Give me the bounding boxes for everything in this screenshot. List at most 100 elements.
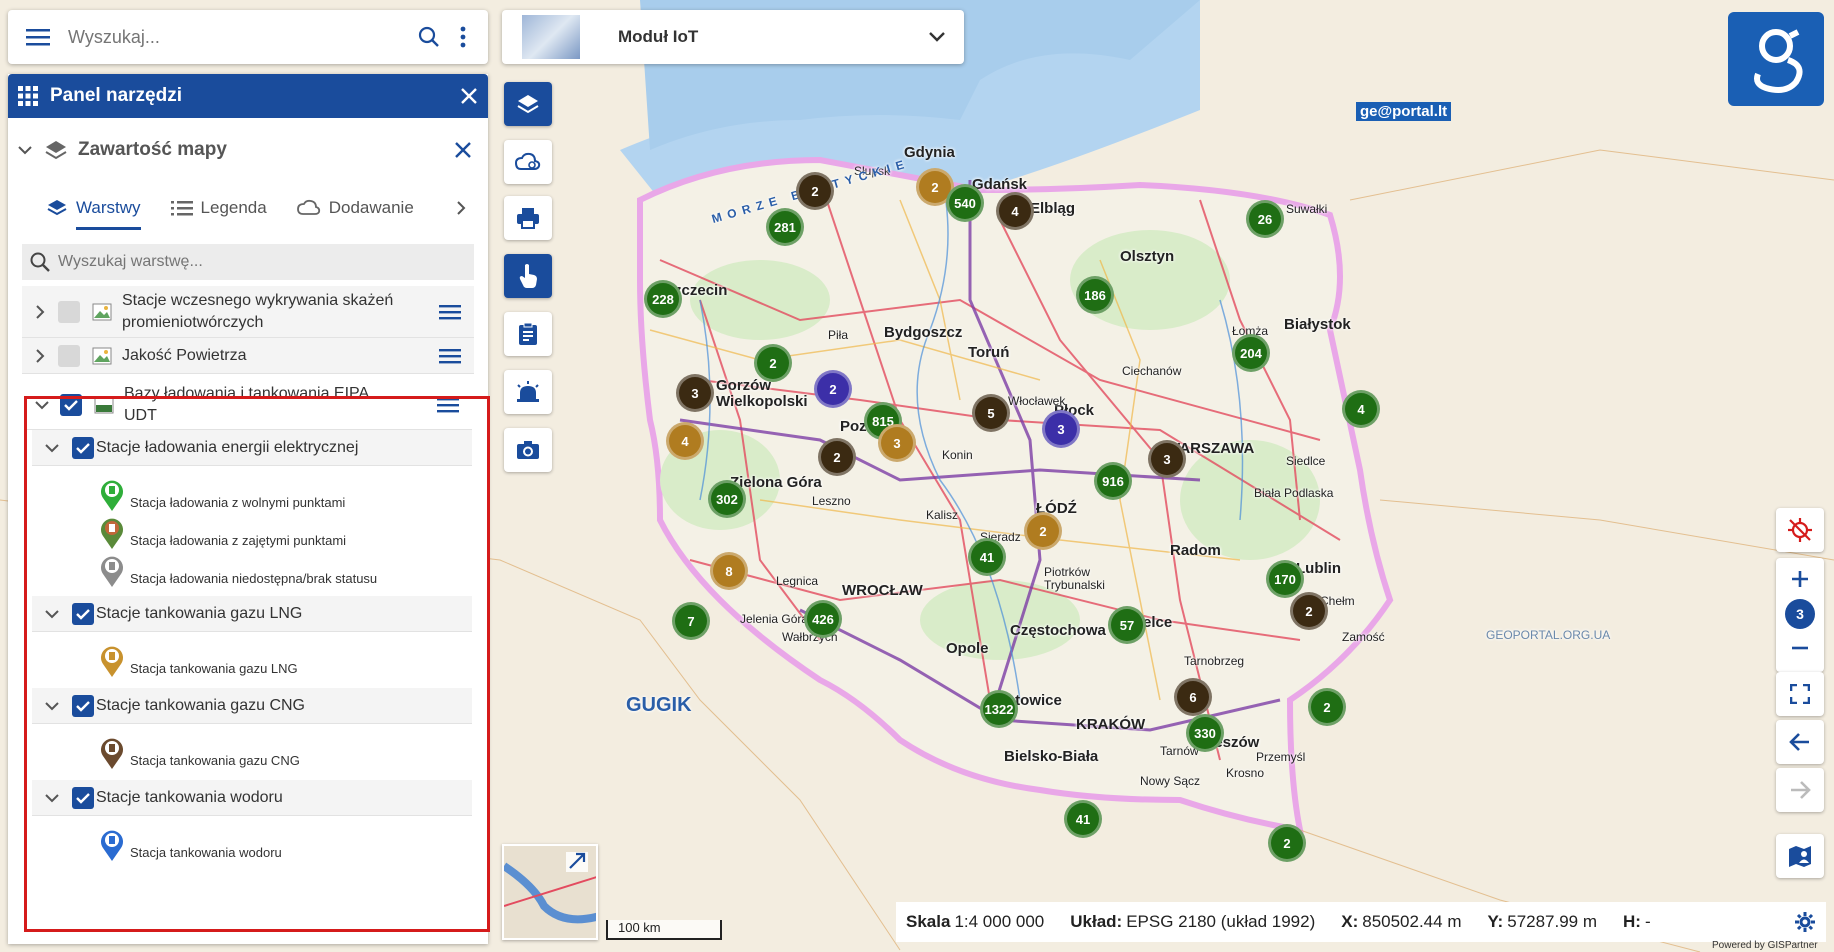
screenshot-button[interactable] xyxy=(504,428,552,472)
cluster-marker[interactable]: 41 xyxy=(968,538,1006,576)
cluster-marker[interactable]: 281 xyxy=(766,208,804,246)
layer-menu-button[interactable] xyxy=(426,304,474,320)
expand-button[interactable] xyxy=(22,348,58,364)
search-button[interactable] xyxy=(412,26,446,48)
previous-view-button[interactable] xyxy=(1776,720,1824,764)
cluster-marker[interactable]: 2 xyxy=(796,172,834,210)
layer-menu-button[interactable] xyxy=(426,348,474,364)
menu-icon xyxy=(439,348,461,363)
cluster-marker[interactable]: 4 xyxy=(666,422,704,460)
chevron-down-icon[interactable] xyxy=(18,145,32,155)
map-label-bielsko: Bielsko-Biała xyxy=(1004,748,1099,765)
pointer-hand-icon xyxy=(519,264,537,288)
tool-panel: Panel narzędzi Zawartość mapy Warstwy Le… xyxy=(8,74,490,944)
cluster-marker[interactable]: 57 xyxy=(1108,606,1146,644)
cloud-services-button[interactable] xyxy=(504,140,552,184)
layer-row[interactable]: Jakość Powietrza xyxy=(22,338,474,374)
layers-tool-button[interactable] xyxy=(504,82,552,126)
map-label-torun: Toruń xyxy=(968,344,1010,361)
cluster-marker[interactable]: 26 xyxy=(1246,200,1284,238)
cluster-marker[interactable]: 170 xyxy=(1266,560,1304,598)
cluster-marker[interactable]: 540 xyxy=(946,184,984,222)
close-section-icon[interactable] xyxy=(454,141,472,159)
hamburger-icon xyxy=(26,29,50,46)
cluster-marker[interactable]: 4 xyxy=(996,192,1034,230)
cluster-marker[interactable]: 5 xyxy=(972,394,1010,432)
cluster-marker[interactable]: 1322 xyxy=(980,690,1018,728)
cluster-marker[interactable]: 3 xyxy=(878,424,916,462)
tool-panel-header: Panel narzędzi xyxy=(8,74,488,118)
map-content-title: Zawartość mapy xyxy=(78,139,227,160)
close-panel-icon[interactable] xyxy=(460,87,478,105)
zoom-control: 3 xyxy=(1776,558,1824,672)
expand-button[interactable] xyxy=(22,304,58,320)
cluster-marker[interactable]: 916 xyxy=(1094,462,1132,500)
map-person-icon xyxy=(1789,846,1811,867)
cluster-marker[interactable]: 426 xyxy=(804,600,842,638)
chevron-right-icon xyxy=(36,304,45,319)
alerts-button[interactable] xyxy=(504,370,552,414)
cluster-marker[interactable]: 4 xyxy=(1342,390,1380,428)
cluster-marker[interactable]: 3 xyxy=(676,374,714,412)
list-icon xyxy=(170,201,193,216)
layer-search-input[interactable] xyxy=(58,253,474,271)
layer-checkbox[interactable] xyxy=(58,344,80,367)
cluster-marker[interactable]: 2 xyxy=(814,370,852,408)
more-options-button[interactable] xyxy=(446,26,480,48)
cluster-marker[interactable]: 8 xyxy=(710,552,748,590)
zoom-out-icon[interactable] xyxy=(1791,646,1809,650)
print-button[interactable] xyxy=(504,196,552,240)
map-label-gdynia: Gdynia xyxy=(904,144,955,161)
cluster-marker[interactable]: 2 xyxy=(754,344,792,382)
cluster-marker[interactable]: 2 xyxy=(1268,824,1306,862)
menu-button[interactable] xyxy=(8,28,68,46)
identify-tool-button[interactable] xyxy=(504,254,552,298)
geoportal-logo[interactable] xyxy=(1728,12,1824,106)
map-label-tarnobrzeg: Tarnobrzeg xyxy=(1184,654,1245,668)
height-readout: H: - xyxy=(1623,912,1651,931)
map-label-bialystok: Białystok xyxy=(1284,316,1351,333)
cluster-marker[interactable]: 186 xyxy=(1076,276,1114,314)
map-label-krosno: Krosno xyxy=(1226,766,1265,780)
map-label-gdansk: Gdańsk xyxy=(972,176,1028,193)
cluster-marker[interactable]: 2 xyxy=(818,438,856,476)
cluster-marker[interactable]: 7 xyxy=(672,602,710,640)
search-input[interactable] xyxy=(68,26,412,48)
chevron-right-icon[interactable] xyxy=(456,200,466,216)
cluster-marker[interactable]: 302 xyxy=(708,480,746,518)
fullscreen-button[interactable] xyxy=(1776,672,1824,716)
cluster-marker[interactable]: 2 xyxy=(1308,688,1346,726)
powered-by: Powered by GISPartner xyxy=(1712,940,1818,951)
map-label-legnica: Legnica xyxy=(776,574,819,588)
next-view-button[interactable] xyxy=(1776,768,1824,812)
cluster-marker[interactable]: 6 xyxy=(1174,678,1212,716)
layers-icon xyxy=(45,141,67,160)
cluster-marker[interactable]: 204 xyxy=(1232,334,1270,372)
layer-search xyxy=(22,244,474,280)
tab-layers[interactable]: Warstwy xyxy=(46,182,141,234)
cluster-marker[interactable]: 41 xyxy=(1064,800,1102,838)
map-label-piotrkow: Piotrków Trybunalski xyxy=(1044,565,1105,592)
status-bar: Skala 1:4 000 000 Układ: EPSG 2180 (układ … xyxy=(896,902,1826,942)
layer-row[interactable]: Stacje wczesnego wykrywania skażeń promi… xyxy=(22,286,474,338)
cluster-marker[interactable]: 330 xyxy=(1186,714,1224,752)
module-selector[interactable]: Moduł IoT xyxy=(502,10,964,64)
cluster-marker[interactable]: 3 xyxy=(1042,410,1080,448)
cluster-marker[interactable]: 2 xyxy=(1024,512,1062,550)
layers-icon xyxy=(47,200,67,216)
clipboard-button[interactable] xyxy=(504,312,552,356)
cluster-marker[interactable]: 3 xyxy=(1148,440,1186,478)
cluster-marker[interactable]: 2 xyxy=(1290,592,1328,630)
layer-checkbox[interactable] xyxy=(58,300,80,323)
map-tools-button[interactable] xyxy=(1776,834,1824,878)
location-off-button[interactable] xyxy=(1776,508,1824,552)
overview-minimap[interactable] xyxy=(502,844,598,940)
tab-legend[interactable]: Legenda xyxy=(170,182,267,234)
zoom-in-icon[interactable] xyxy=(1791,570,1809,588)
map-label-czestochowa: Częstochowa xyxy=(1010,622,1106,639)
printer-icon xyxy=(517,208,539,229)
module-dropdown-button[interactable] xyxy=(910,32,964,42)
cluster-marker[interactable]: 228 xyxy=(644,280,682,318)
settings-gear-icon[interactable] xyxy=(1794,911,1816,933)
tab-add[interactable]: Dodawanie xyxy=(296,182,417,234)
